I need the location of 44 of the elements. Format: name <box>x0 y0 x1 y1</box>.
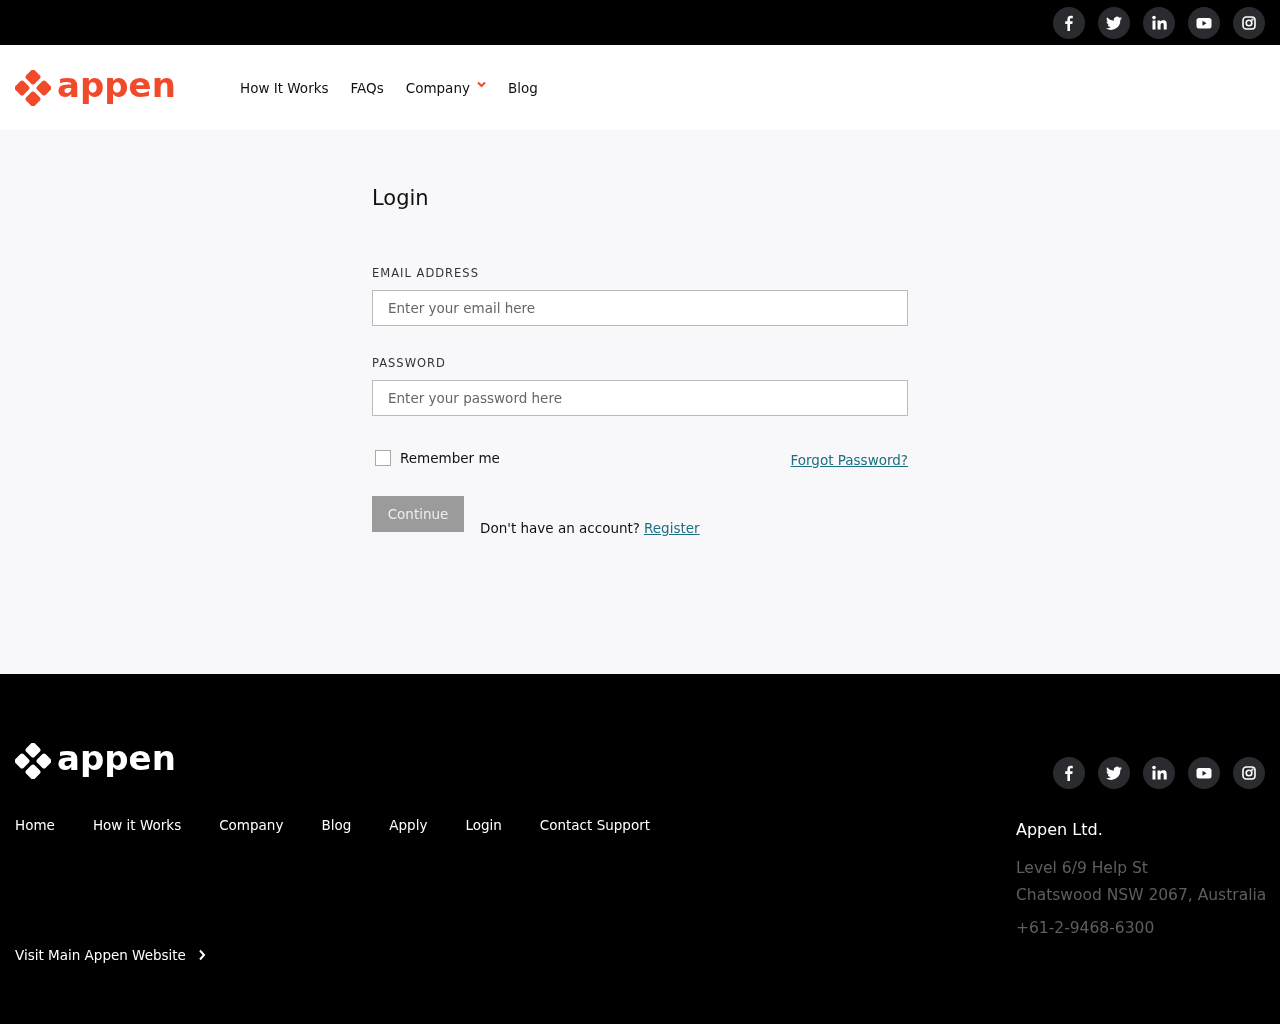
nav-link[interactable]: How It Works <box>240 79 329 96</box>
camera-icon[interactable] <box>1233 6 1265 39</box>
checkbox[interactable] <box>375 450 391 466</box>
page-title: Login <box>372 186 430 210</box>
register-link[interactable]: Register <box>644 520 700 536</box>
footer-link[interactable]: Login <box>465 817 502 833</box>
register-prompt: Don't have an account? <box>480 520 640 536</box>
diamond-logo-icon <box>15 742 51 779</box>
email-field[interactable]: Enter your email here <box>372 290 908 326</box>
bird-icon[interactable] <box>1098 6 1130 39</box>
address-line: Chatswood NSW 2067, Australia <box>1016 885 1265 906</box>
linkedin-icon[interactable] <box>1143 6 1175 39</box>
footer-link[interactable]: How it Works <box>92 817 182 833</box>
footer-link[interactable]: Blog <box>321 817 352 833</box>
appen-logo[interactable]: appen <box>15 69 225 106</box>
phone-number: +61-2-9468-6300 <box>1016 918 1156 939</box>
camera-icon[interactable] <box>1233 757 1265 789</box>
diamond-logo-icon <box>15 69 51 106</box>
password-field[interactable]: Enter your password here <box>372 380 908 416</box>
footer-link[interactable]: Contact Support <box>539 817 650 833</box>
appen-logo[interactable]: appen <box>15 742 225 779</box>
footer-link[interactable]: Company <box>219 817 284 833</box>
logo-text: appen <box>57 740 176 775</box>
field-label: EMAIL ADDRESS <box>372 266 480 280</box>
logo-text: appen <box>57 67 176 102</box>
nav-link[interactable]: FAQs <box>350 79 384 96</box>
nav-link[interactable]: Company <box>405 79 486 96</box>
facebook-icon[interactable] <box>1053 6 1085 39</box>
address-line: Level 6/9 Help St <box>1016 858 1149 879</box>
forgot-password-link[interactable]: Forgot Password? <box>790 452 908 468</box>
visit-website-link[interactable]: Visit Main Appen Website <box>15 947 650 963</box>
chevron-right-icon <box>197 949 206 961</box>
bird-icon[interactable] <box>1098 757 1130 789</box>
company-name: Appen Ltd. <box>1016 820 1104 839</box>
caret-icon <box>476 80 486 88</box>
linkedin-icon[interactable] <box>1143 757 1175 789</box>
footer-link[interactable]: Apply <box>389 817 428 833</box>
field-label: PASSWORD <box>372 356 447 370</box>
footer-link[interactable]: Home <box>15 817 55 833</box>
play-icon[interactable] <box>1188 6 1220 39</box>
facebook-icon[interactable] <box>1053 757 1085 789</box>
play-icon[interactable] <box>1188 757 1220 789</box>
checkbox-label: Remember me <box>400 450 500 466</box>
nav-link[interactable]: Blog <box>507 79 538 96</box>
